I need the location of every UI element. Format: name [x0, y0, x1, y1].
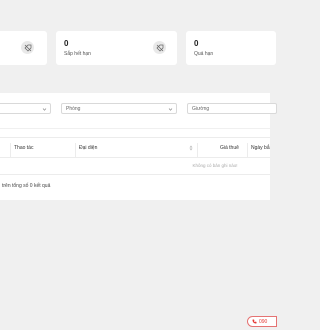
- bed-select[interactable]: Giường: [187, 103, 277, 114]
- col-divider: [10, 143, 11, 157]
- stat-icon-circle: [21, 41, 34, 54]
- column-header-actions: Thao tác: [14, 145, 34, 151]
- sort-icon[interactable]: [189, 145, 193, 151]
- tag-off-icon: [23, 44, 31, 52]
- column-header-representative[interactable]: Đại diện: [79, 145, 97, 151]
- col-divider: [75, 143, 76, 157]
- phone-number-label: 090: [259, 318, 268, 325]
- stat-value: 0: [64, 39, 69, 48]
- column-header-start-date[interactable]: Ngày bắ: [251, 145, 270, 151]
- stat-card-partial: [0, 31, 47, 65]
- stat-value: 0: [194, 39, 199, 48]
- col-divider: [247, 143, 248, 157]
- filter-select-partial[interactable]: [0, 103, 51, 114]
- stat-card-overdue[interactable]: 0 Quá hạn: [186, 31, 276, 65]
- pagination-summary: trên tổng số 0 kết quả: [2, 183, 51, 189]
- bed-select-placeholder: Giường: [192, 105, 210, 112]
- filter-bar: Phòng Giường: [0, 93, 277, 128]
- room-select[interactable]: Phòng: [61, 103, 177, 114]
- table-top-border: [0, 137, 270, 138]
- table-bottom-border: [0, 174, 270, 175]
- chevron-down-icon: [42, 107, 47, 111]
- stat-label: Sắp hết hạn: [64, 51, 91, 57]
- stat-card-expiring[interactable]: 0 Sắp hết hạn: [56, 31, 177, 65]
- col-divider: [197, 143, 198, 157]
- column-header-rent-price[interactable]: Giá thuê: [220, 145, 239, 151]
- phone-icon: [252, 319, 257, 324]
- stat-label: Quá hạn: [194, 51, 214, 57]
- room-select-placeholder: Phòng: [66, 105, 81, 112]
- table-header-border: [0, 157, 270, 158]
- stat-icon-circle: [153, 41, 166, 54]
- phone-contact-button[interactable]: 090: [247, 316, 277, 327]
- empty-state-text: Không có bản ghi nào!: [192, 163, 238, 168]
- chevron-down-icon: [168, 107, 173, 111]
- tag-off-icon: [155, 44, 163, 52]
